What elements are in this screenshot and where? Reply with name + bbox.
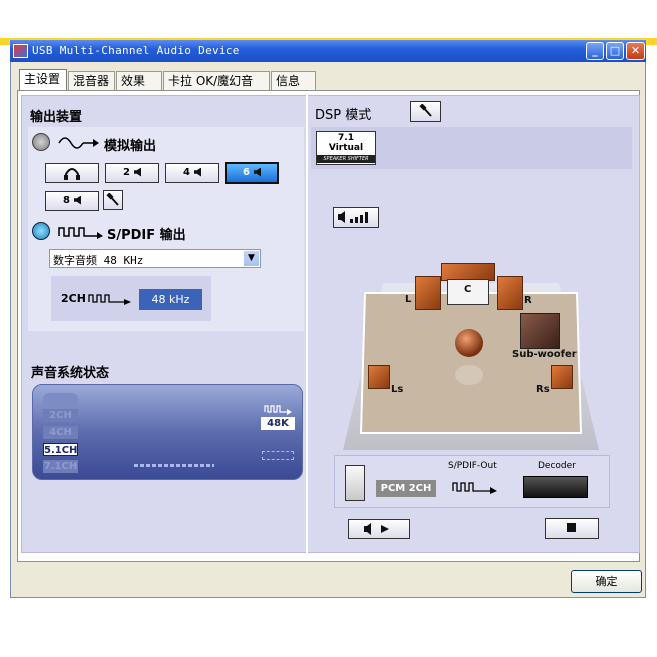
speaker-label-center: C [464, 284, 472, 295]
level-meter [134, 464, 214, 467]
virtual-label-bottom: SPEAKER SHIFTER [317, 155, 375, 163]
digital-arrow-icon [88, 294, 131, 305]
close-icon[interactable]: ✕ [626, 42, 645, 60]
status-4ch: 4CH [43, 426, 78, 439]
headphone-status-icon [43, 393, 78, 405]
spdif-connector-icon [32, 222, 50, 240]
play-button[interactable] [348, 519, 410, 539]
tab-main-settings[interactable]: 主设置 [19, 69, 67, 91]
spdif-mode-label: 2CH [61, 292, 86, 305]
minimize-icon[interactable]: _ [586, 42, 604, 60]
spdif-rate-badge: 48 kHz [139, 289, 202, 310]
channel-4-button[interactable]: 4 [165, 163, 219, 183]
tab-mixer[interactable]: 混音器 [68, 71, 115, 90]
decoder-label: Decoder [538, 461, 576, 471]
output-device-heading: 输出装置 [30, 110, 83, 125]
headphone-icon [64, 168, 80, 180]
sound-status-heading: 声音系统状态 [31, 366, 110, 381]
dsp-mode-heading: DSP 模式 [315, 108, 372, 123]
speaker-right [497, 276, 523, 310]
maximize-icon[interactable]: □ [606, 42, 624, 60]
chevron-down-icon[interactable]: ▼ [244, 251, 259, 266]
digital-wave-icon [58, 227, 103, 239]
volume-bars-icon [338, 211, 368, 223]
status-2ch: 2CH [43, 409, 78, 422]
volume-button[interactable] [333, 207, 379, 228]
speaker-label-left-surround: Ls [391, 384, 404, 395]
analog-wave-icon [58, 137, 99, 149]
status-input-slot [262, 451, 294, 460]
status-digital-icon [264, 405, 292, 415]
app-icon [13, 44, 28, 58]
analog-output-label: 模拟输出 [104, 139, 157, 154]
ok-button[interactable]: 确定 [571, 570, 642, 593]
decoder-icon [523, 476, 588, 498]
virtual-speaker-shifter-button[interactable]: 7.1 Virtual SPEAKER SHIFTER [316, 131, 376, 165]
dsp-settings-button[interactable] [410, 101, 441, 122]
speaker-label-right: R [524, 295, 532, 306]
window-title: USB Multi-Channel Audio Device [32, 44, 240, 57]
virtual-label-mid: Virtual [328, 143, 364, 153]
status-5-1ch: 5.1CH [43, 443, 78, 456]
source-badge: PCM 2CH [376, 480, 436, 497]
spdif-out-label: S/PDIF-Out [448, 461, 497, 471]
speaker-left-surround [368, 365, 390, 389]
tab-info[interactable]: 信息 [271, 71, 316, 90]
speaker-label-right-surround: Rs [536, 384, 550, 395]
spdif-rate-select-value: 数字音频 48 KHz [53, 254, 144, 267]
play-icon [364, 523, 389, 535]
stop-button[interactable] [545, 518, 599, 539]
status-7-1ch: 7.1CH [43, 460, 78, 473]
pc-tower-icon [345, 465, 365, 501]
hammer-icon [106, 192, 119, 206]
speaker-label-subwoofer: Sub-woofer [512, 349, 577, 360]
status-rate-badge: 48K [261, 417, 295, 430]
speaker-icon [32, 133, 50, 151]
spdif-rate-select[interactable]: 数字音频 48 KHz ▼ [49, 249, 261, 268]
speaker-label-left: L [405, 294, 412, 305]
stop-icon [567, 523, 576, 532]
tab-karaoke[interactable]: 卡拉 OK/魔幻音响 [163, 71, 270, 106]
subwoofer [520, 313, 560, 349]
hammer-icon [418, 103, 432, 117]
speaker-left [415, 276, 441, 310]
virtual-label-top: 7.1 [338, 133, 354, 143]
channel-2-button[interactable]: 2 [105, 163, 159, 183]
channel-8-button[interactable]: 8 [45, 191, 99, 211]
tab-effects[interactable]: 效果 [116, 71, 162, 90]
spdif-output-label: S/PDIF 输出 [107, 228, 186, 243]
speaker-right-surround [551, 365, 573, 389]
speaker-test-button[interactable] [103, 190, 123, 210]
headphone-button[interactable] [45, 163, 99, 183]
spdif-arrow-icon [452, 482, 497, 494]
channel-6-button[interactable]: 6 [225, 162, 279, 184]
divider [306, 95, 308, 553]
